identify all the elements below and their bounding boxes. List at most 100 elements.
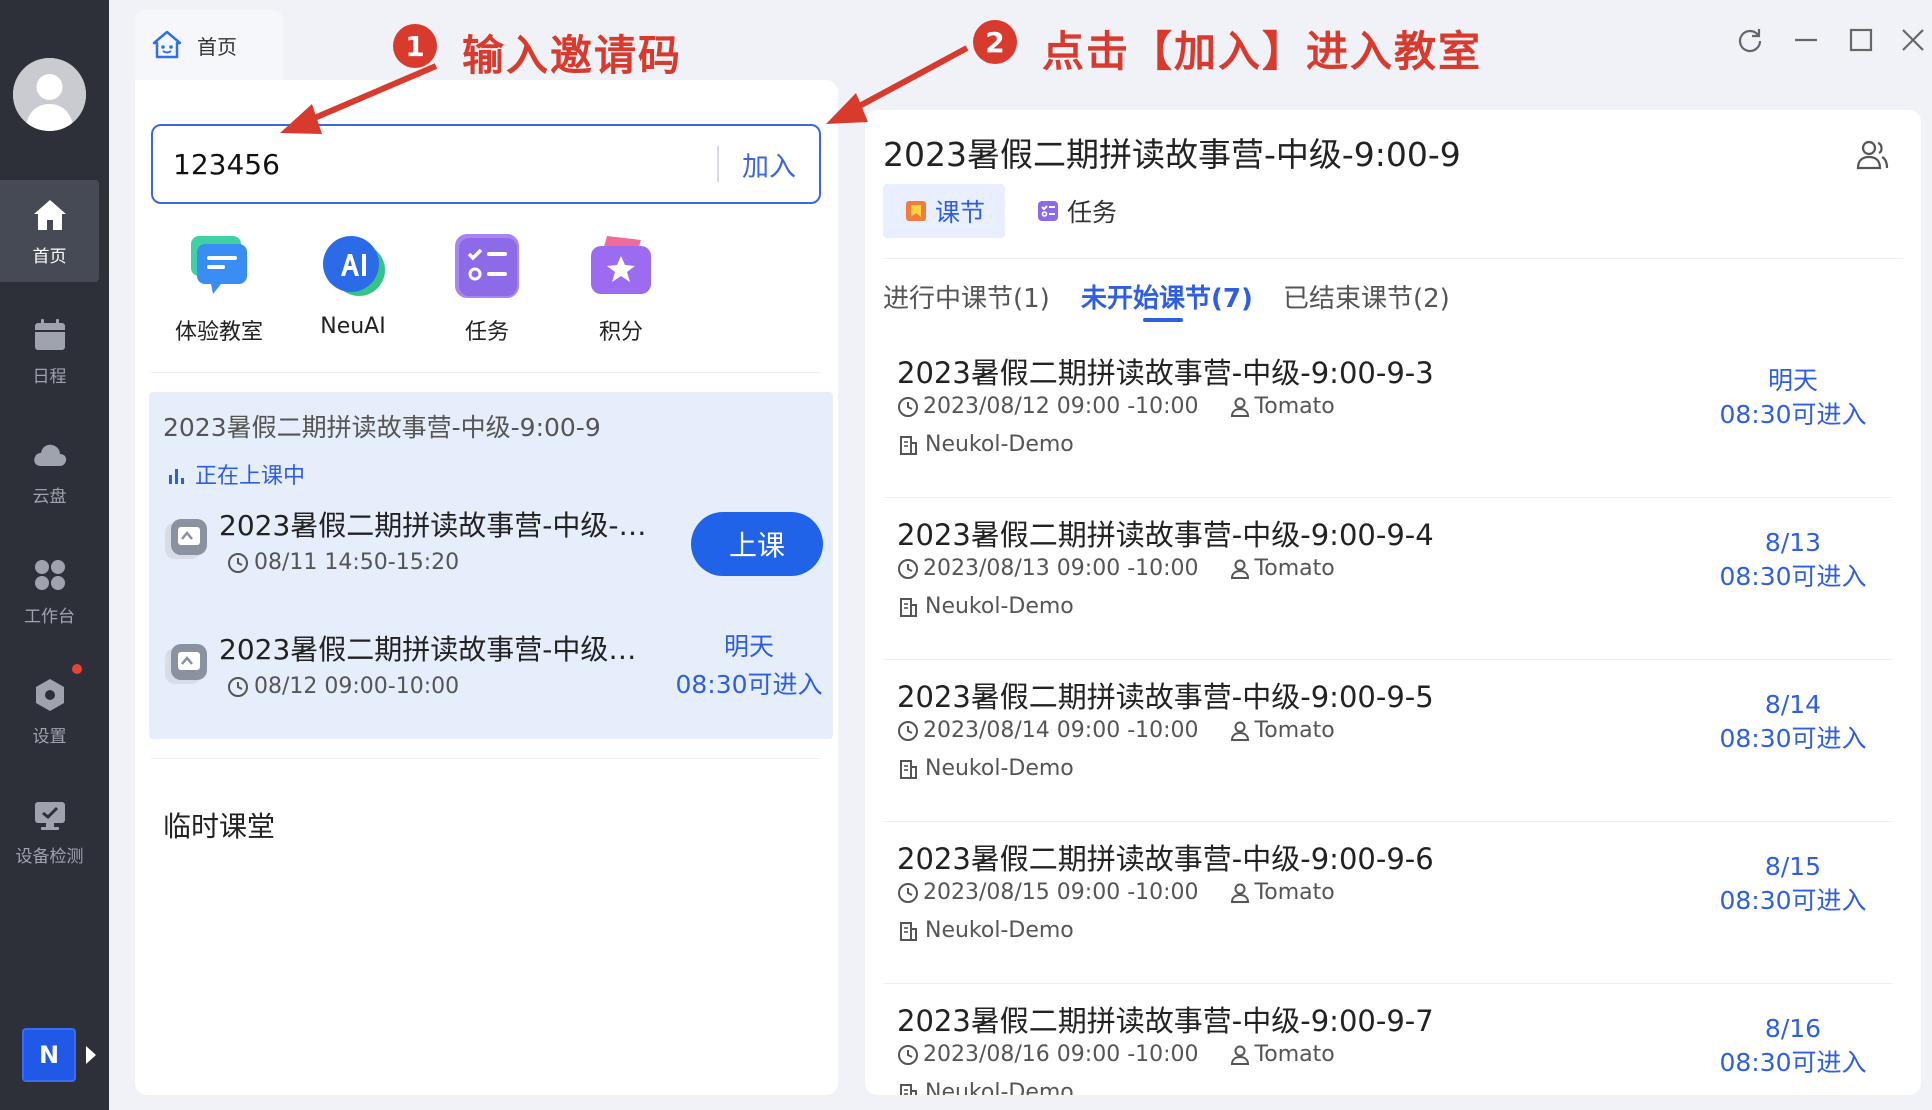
row-enter-note: 8/15 08:30可进入 xyxy=(1703,850,1883,918)
row-teacher: Tomato xyxy=(1229,394,1335,419)
home-tab-icon xyxy=(152,30,182,59)
sidebar-item-schedule[interactable]: 日程 xyxy=(0,300,99,402)
home-icon xyxy=(33,199,66,230)
quick-points[interactable]: 积分 xyxy=(561,230,681,346)
row-time: 2023/08/12 09:00 -10:00 xyxy=(923,394,1199,419)
row-org-name: Neukol-Demo xyxy=(925,594,1074,619)
class-title: 2023暑假二期拼读故事营-中级-9:00-9 xyxy=(163,413,601,442)
teacher-icon xyxy=(1230,721,1249,741)
minimize-button[interactable] xyxy=(1788,22,1824,58)
home-panel: 加入 体验教室 NeuAI 任务 xyxy=(135,80,838,1095)
clock-icon xyxy=(898,396,918,417)
maximize-button[interactable] xyxy=(1843,22,1879,58)
enter-date: 8/15 xyxy=(1764,852,1822,881)
step-1-badge: 1 xyxy=(393,24,437,68)
enter-time: 08:30可进入 xyxy=(1719,1048,1867,1077)
tab-ended[interactable]: 已结束课节(2) xyxy=(1283,278,1450,315)
clock-icon xyxy=(898,882,918,903)
sidebar-item-cloud[interactable]: 云盘 xyxy=(0,420,99,522)
invite-code-input[interactable] xyxy=(153,126,717,202)
lesson-row[interactable]: 2023暑假二期拼读故事营-中级-9:00-9-3 2023/08/12 09:… xyxy=(883,336,1893,498)
sidebar-item-label: 首页 xyxy=(32,246,67,267)
step-2-badge: 2 xyxy=(973,20,1017,64)
clock-icon xyxy=(228,676,248,697)
quick-label: 积分 xyxy=(598,320,643,345)
teacher-icon xyxy=(1230,559,1249,579)
row-meta: 2023/08/16 09:00 -10:00 Tomato xyxy=(897,1042,1335,1067)
device-check-icon xyxy=(34,801,65,830)
teacher-icon xyxy=(1230,397,1249,417)
tab-not-started[interactable]: 未开始课节(7) xyxy=(1081,278,1253,315)
notification-dot xyxy=(72,664,82,674)
enter-time: 08:30可进入 xyxy=(675,670,823,699)
lesson-row[interactable]: 2023暑假二期拼读故事营-中级-9:00-9-6 2023/08/15 09:… xyxy=(883,822,1893,984)
close-icon xyxy=(1902,29,1924,51)
step-1-text: 输入邀请码 xyxy=(462,31,683,80)
tab-home[interactable]: 首页 xyxy=(135,10,283,80)
row-org: Neukol-Demo xyxy=(897,918,1074,943)
live-status-text: 正在上课中 xyxy=(195,464,306,489)
user-avatar[interactable] xyxy=(13,58,86,131)
lesson-time-text: 08/12 09:00-10:00 xyxy=(254,674,460,699)
lesson-flag-icon xyxy=(906,201,926,221)
row-lesson-name: 2023暑假二期拼读故事营-中级-9:00-9-7 xyxy=(897,1004,1434,1038)
quick-task[interactable]: 任务 xyxy=(427,230,547,346)
lesson-name: 2023暑假二期拼读故事营-中级… xyxy=(219,633,637,666)
row-teacher: Tomato xyxy=(1229,880,1335,905)
step-2-text: 点击【加入】进入教室 xyxy=(1042,27,1483,76)
cloud-icon xyxy=(33,444,66,466)
quick-neuai[interactable]: NeuAI xyxy=(293,230,413,339)
clock-icon xyxy=(898,558,918,579)
divider xyxy=(151,372,821,373)
close-button[interactable] xyxy=(1895,22,1931,58)
row-org-name: Neukol-Demo xyxy=(925,432,1074,457)
enter-date: 8/13 xyxy=(1764,528,1822,557)
row-org: Neukol-Demo xyxy=(897,756,1074,781)
row-org: Neukol-Demo xyxy=(897,1080,1074,1095)
enter-date: 明天 xyxy=(1767,366,1818,395)
points-icon xyxy=(591,236,651,294)
clock-icon xyxy=(228,552,248,573)
row-enter-note: 8/14 08:30可进入 xyxy=(1703,688,1883,756)
app-logo-button[interactable]: N xyxy=(22,1028,76,1082)
lesson-row[interactable]: 2023暑假二期拼读故事营-中级-9:00-9-7 2023/08/16 09:… xyxy=(883,984,1893,1095)
quick-label: NeuAI xyxy=(320,314,386,339)
building-icon xyxy=(900,921,917,941)
live-status: 正在上课中 xyxy=(167,458,305,490)
task-list-icon xyxy=(1038,201,1058,221)
row-lesson-name: 2023暑假二期拼读故事营-中级-9:00-9-4 xyxy=(897,518,1434,552)
sidebar-item-settings[interactable]: 设置 xyxy=(0,660,99,762)
start-class-button[interactable]: 上课 xyxy=(691,512,823,576)
row-org: Neukol-Demo xyxy=(897,594,1074,619)
row-teacher-name: Tomato xyxy=(1254,1042,1335,1067)
row-meta: 2023/08/13 09:00 -10:00 Tomato xyxy=(897,556,1335,581)
quick-trial-classroom[interactable]: 体验教室 xyxy=(159,230,279,346)
sidebar-item-device-check[interactable]: 设备检测 xyxy=(0,780,99,882)
row-teacher: Tomato xyxy=(1229,718,1335,743)
lesson-row[interactable]: 2023暑假二期拼读故事营-中级-9:00-9-5 2023/08/14 09:… xyxy=(883,660,1893,822)
minimize-icon xyxy=(1795,38,1817,42)
sidebar-item-home[interactable]: 首页 xyxy=(0,180,99,282)
join-button[interactable]: 加入 xyxy=(719,126,819,202)
sidebar-item-workbench[interactable]: 工作台 xyxy=(0,540,99,642)
quick-label: 任务 xyxy=(464,320,509,345)
divider xyxy=(883,258,1903,259)
clock-icon xyxy=(898,720,918,741)
lesson-name: 2023暑假二期拼读故事营-中级-… xyxy=(219,509,647,542)
tab-in-progress[interactable]: 进行中课节(1) xyxy=(883,278,1050,315)
lesson-row[interactable]: 2023暑假二期拼读故事营-中级-9:00-9-4 2023/08/13 09:… xyxy=(883,498,1893,660)
segment-lessons[interactable]: 课节 xyxy=(883,184,1006,238)
expand-arrow-icon[interactable] xyxy=(86,1046,96,1064)
members-icon[interactable] xyxy=(1853,136,1891,174)
enter-time: 08:30可进入 xyxy=(1719,724,1867,753)
refresh-button[interactable] xyxy=(1732,22,1768,58)
lesson-icon xyxy=(165,644,207,684)
segment-tasks[interactable]: 任务 xyxy=(1015,184,1137,238)
row-meta: 2023/08/14 09:00 -10:00 Tomato xyxy=(897,718,1335,743)
row-org-name: Neukol-Demo xyxy=(925,756,1074,781)
building-icon xyxy=(900,759,917,779)
lesson-enter-note: 明天 08:30可进入 xyxy=(669,628,829,704)
current-class-card[interactable]: 2023暑假二期拼读故事营-中级-9:00-9 正在上课中 2023暑假二期拼读… xyxy=(149,392,833,739)
lesson-time: 08/11 14:50-15:20 xyxy=(227,550,459,575)
tab-home-label: 首页 xyxy=(197,34,237,59)
